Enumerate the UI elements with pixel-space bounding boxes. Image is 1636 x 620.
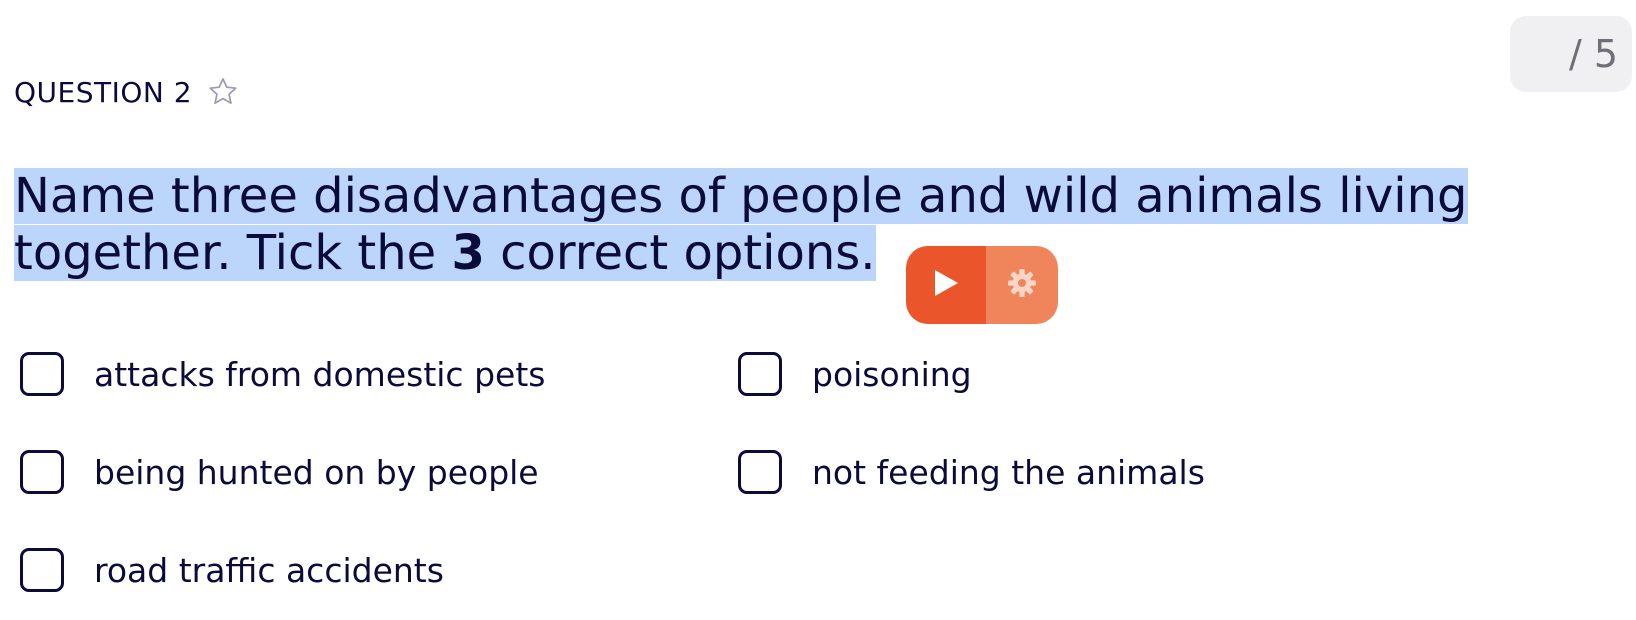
checkbox[interactable] [738,352,782,396]
checkbox[interactable] [20,548,64,592]
score-badge: / 5 [1510,16,1632,92]
option-not-feeding-the-animals[interactable]: not feeding the animals [738,450,1205,494]
star-icon[interactable] [206,75,240,109]
checkbox[interactable] [20,352,64,396]
play-icon [931,267,961,303]
play-button[interactable] [906,246,986,324]
text-to-speech-control [906,246,1058,324]
question-header: QUESTION 2 [14,72,240,112]
prompt-text-end: correct options. [484,225,876,281]
option-label: poisoning [812,354,972,394]
speech-settings-button[interactable] [986,246,1058,324]
option-label: being hunted on by people [94,452,539,492]
option-label: attacks from domestic pets [94,354,546,394]
question-number: QUESTION 2 [14,75,193,109]
option-attacks-from-domestic-pets[interactable]: attacks from domestic pets [20,352,545,396]
option-being-hunted-on-by-people[interactable]: being hunted on by people [20,450,539,494]
checkbox[interactable] [20,450,64,494]
gear-icon [1006,267,1038,303]
prompt-count: 3 [451,225,485,281]
checkbox[interactable] [738,450,782,494]
option-label: road traffic accidents [94,550,444,590]
option-label: not feeding the animals [812,452,1205,492]
option-poisoning[interactable]: poisoning [738,352,972,396]
question-prompt: Name three disadvantages of people and w… [14,168,1514,282]
option-road-traffic-accidents[interactable]: road traffic accidents [20,548,444,592]
prompt-highlight: Name three disadvantages of people and w… [14,168,1468,281]
score-text: / 5 [1568,32,1618,76]
